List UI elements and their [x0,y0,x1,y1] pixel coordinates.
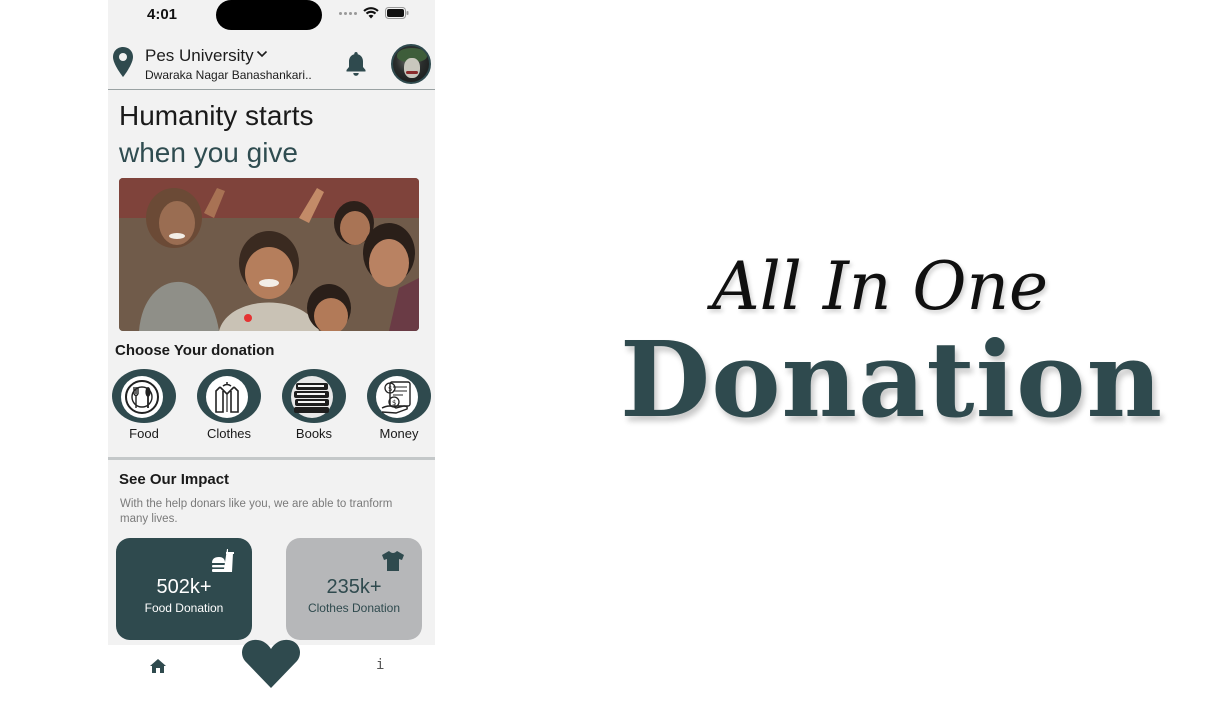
category-list: Food Clothes Books $ $ Money [108,368,435,446]
avatar[interactable] [391,44,431,84]
location-subtitle: Dwaraka Nagar Banashankari.. [145,68,312,82]
info-icon[interactable]: i [376,657,384,673]
hero-title: Humanity starts [119,100,314,131]
section-divider [108,457,435,460]
brand-title: Donation [620,318,1164,441]
shirt-icon [382,551,404,571]
category-label: Books [295,426,333,441]
location-title[interactable]: Pes University [145,46,254,66]
stat-label: Food Donation [144,601,224,615]
carousel-indicator[interactable] [244,314,252,322]
clothes-icon [215,382,239,413]
category-clothes[interactable]: Clothes [194,368,264,446]
dynamic-island [216,0,322,30]
category-label: Money [379,426,419,441]
impact-title: See Our Impact [119,471,230,488]
heart-icon[interactable] [241,635,301,689]
battery-icon [385,7,409,19]
hero-subtitle: when you give [119,137,299,168]
location-header: Pes University Dwaraka Nagar Banashankar… [108,40,435,90]
stat-value: 235k+ [326,576,382,598]
phone-screen: 4:01 Pes University Dwaraka Nagar Banash… [108,0,435,702]
category-money[interactable]: $ $ Money [364,368,434,446]
fastfood-icon [212,549,234,572]
svg-text:$: $ [388,385,392,393]
category-food[interactable]: Food [109,368,179,446]
money-icon: $ $ [381,381,411,414]
status-bar: 4:01 [108,0,435,34]
wifi-icon [363,7,379,19]
status-time: 4:01 [147,6,178,23]
status-icons [339,7,409,19]
stat-value: 502k+ [156,576,212,598]
stat-label: Clothes Donation [307,601,401,615]
bottom-nav: i [108,639,435,702]
children-photo [119,178,419,331]
impact-description: With the help donars like you, we are ab… [120,498,393,525]
food-icon [125,380,159,414]
signal-icon [339,11,357,15]
stat-card-food[interactable]: 502k+ Food Donation [116,538,252,640]
category-label: Food [129,426,159,441]
brand-tagline: All In One [711,248,1049,325]
books-icon [294,383,329,413]
location-pin-icon [113,47,133,77]
bell-icon[interactable] [344,50,368,78]
banner-image[interactable] [119,178,419,331]
canvas: 4:01 Pes University Dwaraka Nagar Banash… [0,0,1230,702]
home-icon[interactable] [149,658,167,674]
chevron-down-icon[interactable] [256,48,268,60]
category-books[interactable]: Books [279,368,349,446]
category-label: Clothes [206,426,252,441]
stat-card-clothes[interactable]: 235k+ Clothes Donation [286,538,422,640]
categories-label: Choose Your donation [115,342,275,359]
